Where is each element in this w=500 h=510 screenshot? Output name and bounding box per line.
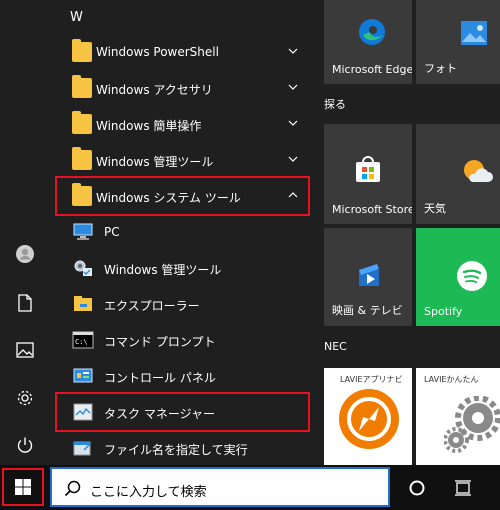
folder-icon (72, 39, 92, 62)
chevron-down-icon (288, 48, 298, 54)
explorer-folder-icon (74, 296, 92, 311)
start-left-rail (0, 0, 50, 465)
app-row-label: Windows 管理ツール (96, 155, 214, 169)
chevron-down-icon (288, 120, 298, 126)
task-view-icon (455, 480, 471, 496)
chevron-down-icon (288, 84, 298, 90)
tile-label: Spotify (424, 305, 463, 318)
app-row-label: コントロール パネル (104, 371, 216, 385)
power-button[interactable] (0, 425, 50, 465)
tile-label: フォト (424, 62, 457, 75)
weather-icon (464, 160, 493, 182)
tile-group-header: 探る (324, 98, 346, 111)
app-row-label: Windows PowerShell (96, 45, 219, 59)
app-row-label: Windows 管理ツール (104, 263, 222, 277)
command-prompt-icon: C:\ (72, 331, 94, 349)
app-item-explorer[interactable]: エクスプローラー (50, 286, 320, 322)
photos-icon (461, 21, 487, 45)
cortana-button[interactable] (402, 473, 432, 503)
start-button[interactable] (2, 468, 44, 506)
app-list: W Windows PowerShell Windows アクセサリ Windo… (50, 0, 320, 465)
app-folder-windows-accessories[interactable]: Windows アクセサリ (50, 70, 320, 106)
lavie-gears-icon (444, 396, 500, 453)
control-panel-icon (73, 368, 93, 383)
app-item-pc[interactable]: PC (50, 214, 320, 250)
app-item-run[interactable]: ファイル名を指定して実行 (50, 430, 320, 466)
app-row-label: エクスプローラー (104, 299, 200, 313)
taskbar-search-box[interactable]: ここに入力して検索 (50, 467, 390, 507)
app-row-label: Windows アクセサリ (96, 83, 213, 97)
app-item-admin-tools[interactable]: Windows 管理ツール (50, 250, 320, 286)
power-icon (17, 437, 33, 453)
admin-tools-icon (74, 260, 92, 276)
svg-text:C:\: C:\ (75, 338, 88, 346)
search-placeholder: ここに入力して検索 (90, 485, 207, 500)
taskbar: ここに入力して検索 (0, 465, 500, 510)
highlight-box-task-manager (55, 392, 310, 432)
tile-area: Microsoft Edge フォト 探る Microsoft Store 天気… (320, 0, 500, 465)
tile-photos[interactable]: フォト (416, 0, 500, 84)
app-item-command-prompt[interactable]: C:\ コマンド プロンプト (50, 322, 320, 358)
task-view-button[interactable] (448, 473, 478, 503)
movies-tv-icon (359, 264, 379, 286)
gear-icon (17, 390, 33, 406)
tile-label: LAVIEかんたん (424, 375, 479, 384)
windows-logo-icon (15, 479, 31, 495)
tile-microsoft-edge[interactable]: Microsoft Edge (324, 0, 412, 84)
spotify-icon (457, 261, 487, 291)
document-icon (18, 294, 32, 312)
store-icon (356, 156, 380, 182)
tile-spotify[interactable]: Spotify (416, 228, 500, 326)
section-letter[interactable]: W (70, 10, 83, 25)
tile-label: Microsoft Store (332, 203, 412, 216)
tile-label: Microsoft Edge (332, 63, 412, 76)
search-icon (64, 480, 81, 497)
pc-icon (73, 223, 93, 240)
tile-microsoft-store[interactable]: Microsoft Store (324, 124, 412, 224)
pictures-button[interactable] (0, 330, 50, 370)
tile-group-header: NEC (324, 340, 347, 353)
app-folder-windows-admin-tools[interactable]: Windows 管理ツール (50, 142, 320, 178)
highlight-box-system-tools (55, 176, 310, 216)
cortana-circle-icon (409, 480, 425, 496)
app-row-label: Windows 簡単操作 (96, 119, 202, 133)
settings-button[interactable] (0, 378, 50, 418)
tile-label: LAVIEアプリナビ (340, 375, 403, 384)
chevron-down-icon (288, 156, 298, 162)
pictures-icon (16, 342, 34, 358)
edge-icon (359, 19, 385, 45)
user-icon (16, 245, 34, 263)
lavie-app-navi-icon (339, 389, 399, 449)
app-folder-windows-ease-of-access[interactable]: Windows 簡単操作 (50, 106, 320, 142)
folder-icon (72, 111, 92, 134)
user-account-button[interactable] (0, 234, 50, 274)
folder-icon (72, 75, 92, 98)
documents-button[interactable] (0, 283, 50, 323)
tile-label: 映画 & テレビ (332, 304, 403, 317)
tile-lavie-kantan[interactable]: LAVIEかんたん (416, 368, 500, 465)
tile-movies-tv[interactable]: 映画 & テレビ (324, 228, 412, 326)
tile-label: 天気 (424, 202, 446, 215)
app-item-control-panel[interactable]: コントロール パネル (50, 358, 320, 394)
app-row-label: ファイル名を指定して実行 (104, 443, 248, 457)
tile-lavie-app-navi[interactable]: LAVIEアプリナビ (324, 368, 412, 465)
run-icon (73, 441, 91, 456)
app-row-label: PC (104, 225, 120, 239)
app-folder-windows-powershell[interactable]: Windows PowerShell (50, 34, 320, 70)
folder-icon (72, 147, 92, 170)
app-row-label: コマンド プロンプト (104, 335, 216, 349)
tile-weather[interactable]: 天気 (416, 124, 500, 224)
